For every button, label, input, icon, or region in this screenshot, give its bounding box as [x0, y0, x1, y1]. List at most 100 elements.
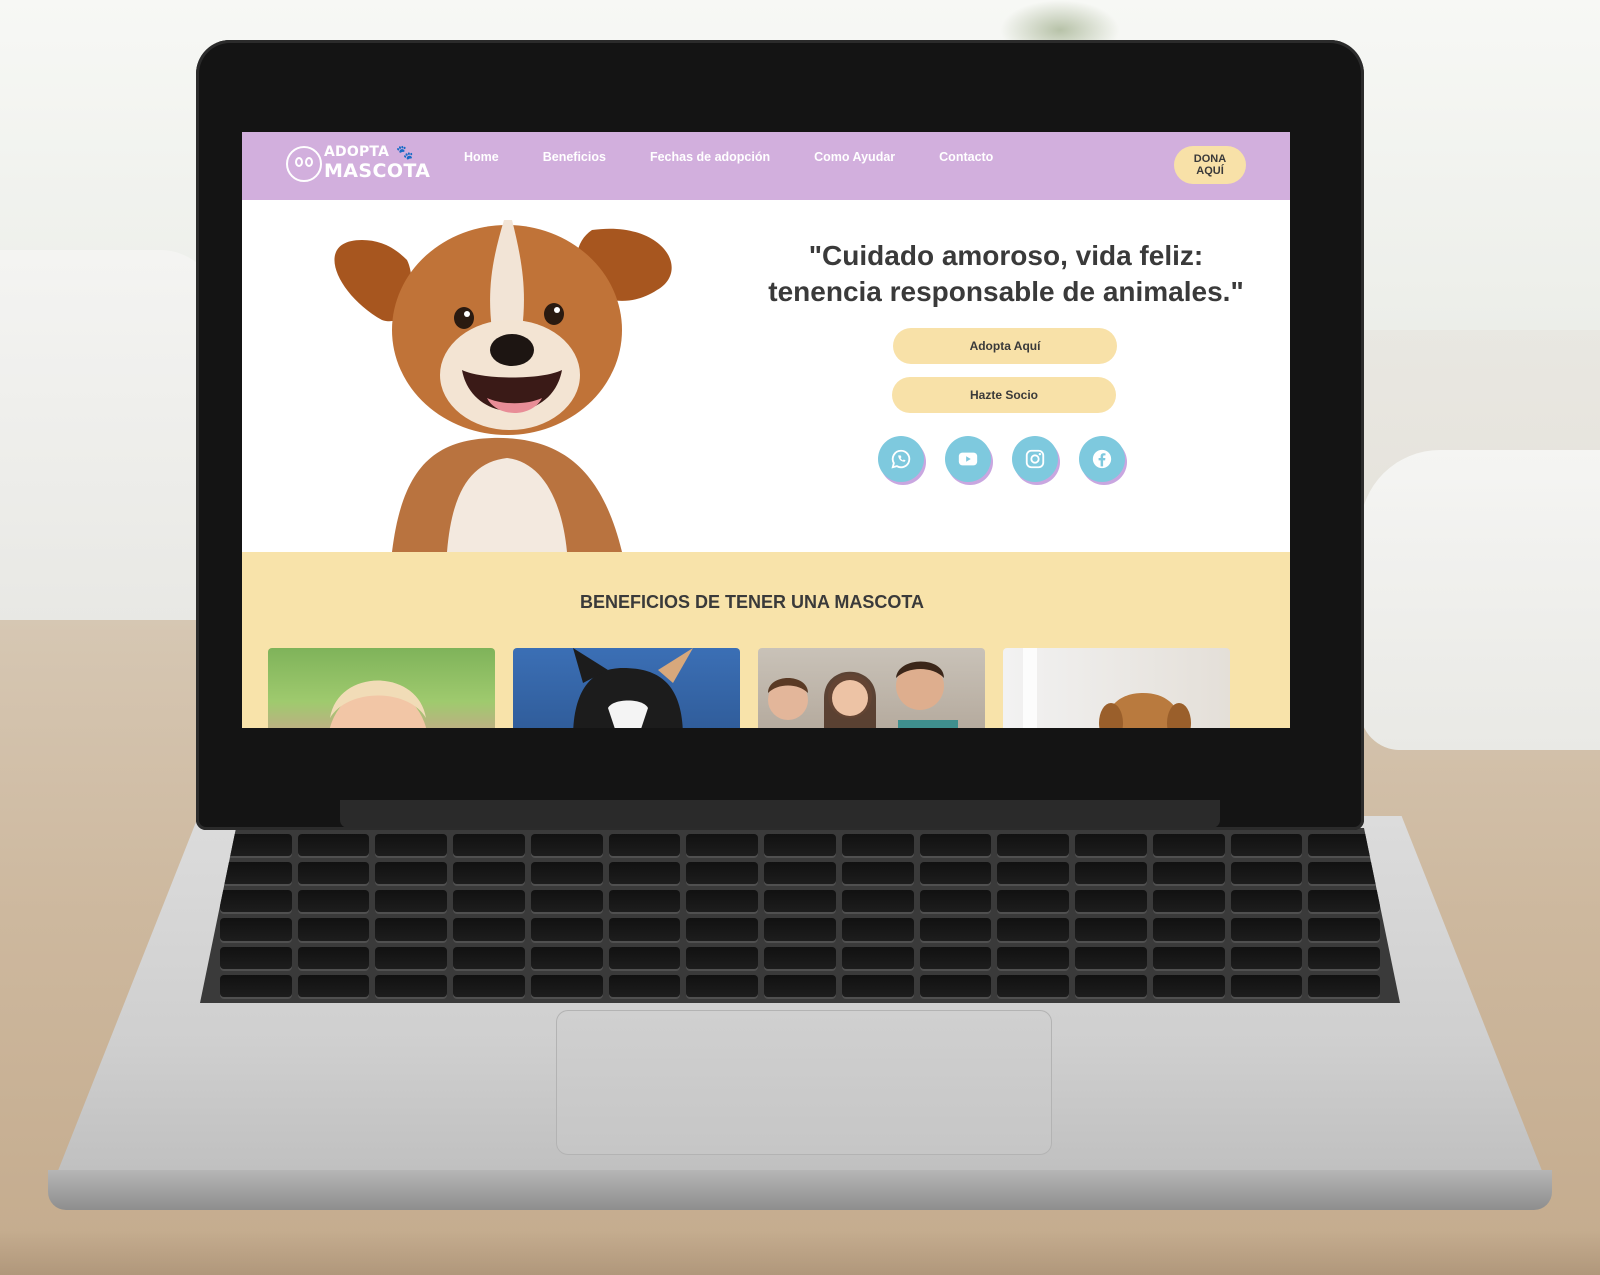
- keyboard-key: [375, 918, 448, 941]
- keyboard-key: [375, 890, 448, 913]
- youtube-button[interactable]: [945, 436, 991, 482]
- keyboard-key: [1230, 834, 1303, 857]
- logo-text-bottom: MASCOTA: [324, 160, 431, 182]
- benefit-card-child-photo[interactable]: [268, 648, 495, 728]
- golden-dog-photo: [1023, 648, 1191, 728]
- nav-link-contacto[interactable]: Contacto: [939, 150, 993, 164]
- nav-link-como-ayudar[interactable]: Como Ayudar: [814, 150, 895, 164]
- keyboard-key: [764, 946, 836, 969]
- keyboard-key: [764, 974, 836, 997]
- keyboard-key: [608, 918, 681, 941]
- keyboard-key: [1075, 862, 1147, 885]
- keyboard-key: [453, 890, 525, 913]
- benefits-title: BENEFICIOS DE TENER UNA MASCOTA: [579, 592, 924, 612]
- nav-link-home[interactable]: Home: [464, 150, 499, 164]
- keyboard-key: [530, 946, 603, 969]
- nav-link-fechas[interactable]: Fechas de adopción: [650, 150, 770, 164]
- background-chair-right: [1360, 450, 1600, 750]
- keyboard-key: [1230, 918, 1303, 941]
- cat-photo: [573, 648, 693, 728]
- benefit-card-family-photo[interactable]: [758, 648, 985, 728]
- keyboard-key: [919, 862, 992, 885]
- keyboard-key: [1075, 918, 1147, 941]
- laptop-keyboard: [200, 828, 1400, 1003]
- keyboard-key: [997, 862, 1070, 885]
- instagram-icon: [1025, 449, 1045, 469]
- benefit-cards: [268, 648, 1230, 728]
- keyboard-key: [1308, 890, 1380, 913]
- laptop-hinge: [340, 800, 1220, 828]
- keyboard-key: [453, 918, 525, 941]
- keyboard-key: [453, 862, 525, 885]
- keyboard-key: [453, 946, 525, 969]
- laptop-screen: ADOPTA 🐾 MASCOTA Home Beneficios Fechas …: [242, 132, 1290, 728]
- keyboard-key: [764, 890, 836, 913]
- keyboard-key: [1075, 890, 1147, 913]
- keyboard-key: [997, 834, 1070, 857]
- keyboard-key: [686, 834, 759, 857]
- keyboard-key: [375, 834, 448, 857]
- keyboard-key: [997, 946, 1070, 969]
- keyboard-key: [1152, 974, 1225, 997]
- dog-photo: [242, 200, 742, 552]
- benefits-section: BENEFICIOS DE TENER UNA MASCOTA: [242, 552, 1290, 728]
- facebook-icon: [1092, 449, 1112, 469]
- keyboard-key: [1152, 918, 1225, 941]
- keyboard-key: [1152, 834, 1225, 857]
- background-chair-left: [0, 250, 220, 630]
- keyboard-key: [530, 834, 603, 857]
- keyboard-key: [841, 834, 914, 857]
- keyboard-key: [686, 890, 759, 913]
- dog-cat-logo-icon: [286, 146, 322, 182]
- keyboard-key: [1075, 834, 1147, 857]
- donate-button[interactable]: DONA AQUÍ: [1174, 146, 1246, 184]
- keyboard-key: [297, 890, 370, 913]
- keyboard-key: [1152, 946, 1225, 969]
- hazte-socio-button[interactable]: Hazte Socio: [892, 377, 1116, 413]
- keyboard-key: [1308, 918, 1380, 941]
- benefit-card-cat-photo[interactable]: [513, 648, 740, 728]
- paw-icon: 🐾: [396, 144, 414, 160]
- instagram-button[interactable]: [1012, 436, 1058, 482]
- benefit-card-golden-dog-photo[interactable]: [1003, 648, 1230, 728]
- keyboard-key: [997, 890, 1070, 913]
- adopt-button[interactable]: Adopta Aquí: [893, 328, 1117, 364]
- keyboard-key: [220, 862, 292, 885]
- keyboard-key: [1308, 946, 1380, 969]
- keyboard-key: [530, 918, 603, 941]
- nav-link-beneficios[interactable]: Beneficios: [543, 150, 606, 164]
- site-logo[interactable]: ADOPTA 🐾 MASCOTA: [286, 142, 430, 188]
- keyboard-key: [297, 946, 370, 969]
- keyboard-key: [453, 834, 525, 857]
- keyboard-key: [1308, 862, 1380, 885]
- keyboard-key: [375, 974, 448, 997]
- keyboard-key: [1230, 974, 1303, 997]
- keyboard-key: [375, 946, 448, 969]
- keyboard-key: [608, 890, 681, 913]
- keyboard-key: [919, 918, 992, 941]
- keyboard-key: [530, 974, 603, 997]
- keyboard-key: [841, 862, 914, 885]
- keyboard-key: [297, 974, 370, 997]
- keyboard-key: [1308, 974, 1380, 997]
- keyboard-key: [1075, 974, 1147, 997]
- keyboard-key: [1152, 862, 1225, 885]
- facebook-button[interactable]: [1079, 436, 1125, 482]
- keyboard-key: [841, 918, 914, 941]
- keyboard-key: [297, 834, 370, 857]
- main-nav: Home Beneficios Fechas de adopción Como …: [464, 150, 1037, 164]
- keyboard-key: [530, 890, 603, 913]
- hero-section: "Cuidado amoroso, vida feliz: tenencia r…: [242, 200, 1290, 552]
- hero-title: "Cuidado amoroso, vida feliz: tenencia r…: [768, 240, 1244, 307]
- keyboard-key: [764, 862, 836, 885]
- keyboard-key: [375, 862, 448, 885]
- whatsapp-button[interactable]: [878, 436, 924, 482]
- keyboard-key: [220, 918, 292, 941]
- keyboard-key: [453, 974, 525, 997]
- keyboard-key: [764, 834, 836, 857]
- keyboard-key: [608, 862, 681, 885]
- social-links: [878, 436, 1125, 482]
- family-photo: [768, 661, 958, 728]
- keyboard-key: [220, 890, 292, 913]
- keyboard-key: [841, 946, 914, 969]
